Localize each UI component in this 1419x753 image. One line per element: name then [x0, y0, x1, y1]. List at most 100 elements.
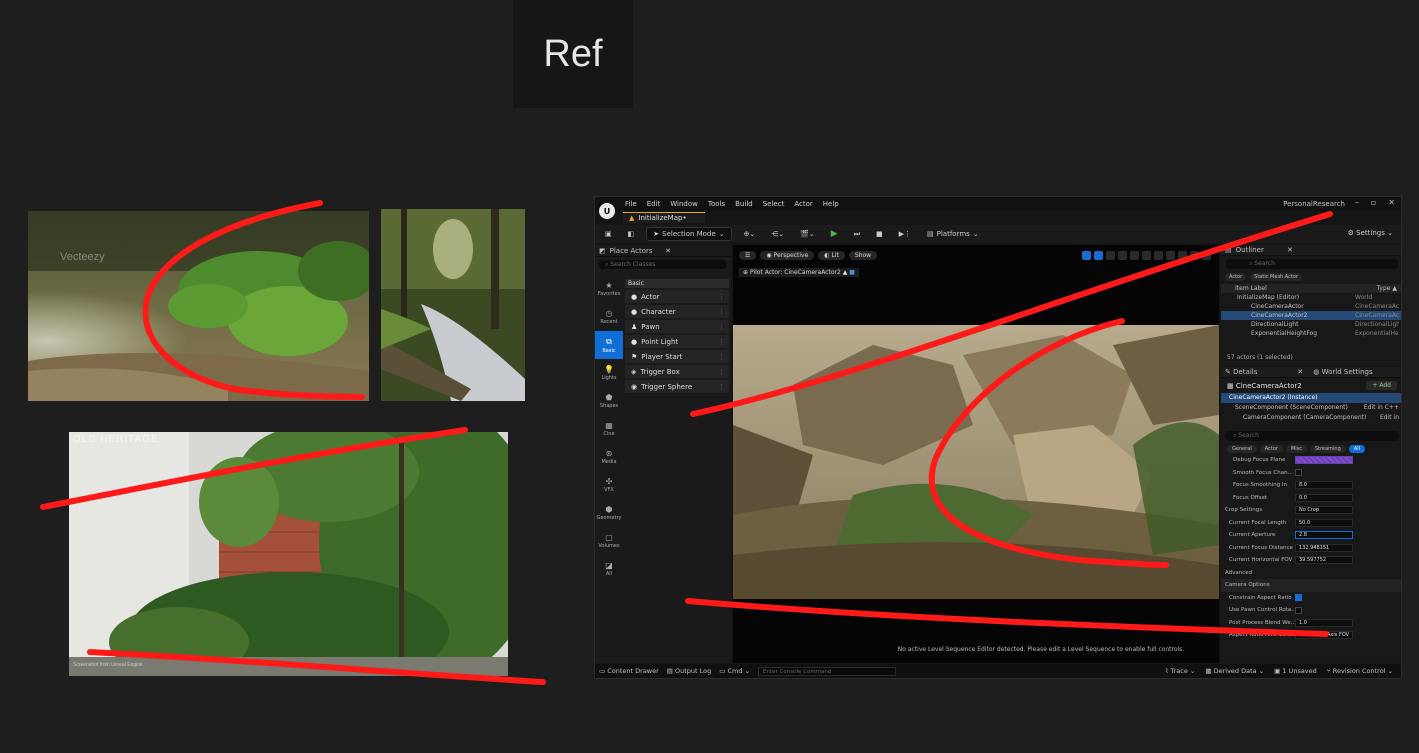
grid-icon[interactable]	[1154, 251, 1163, 260]
details-tab[interactable]: ✎ Details	[1225, 368, 1257, 376]
outliner-tab[interactable]: ▤ Outliner ✕	[1221, 245, 1401, 256]
selection-mode-button[interactable]: ➤ Selection Mode ⌄	[646, 227, 732, 241]
save-icon[interactable]: ▣	[601, 228, 616, 240]
drag-handle-icon[interactable]: ⋮	[718, 323, 725, 331]
category-volumes[interactable]: ▢ Volumes	[595, 527, 623, 555]
tab-actor[interactable]: Actor	[1259, 445, 1283, 453]
column-type[interactable]: Type ▲	[1377, 284, 1397, 293]
color-swatch[interactable]	[1295, 456, 1353, 465]
angle-snap-icon[interactable]	[1166, 251, 1175, 260]
component-row-instance[interactable]: CineCameraActor2 (Instance)	[1221, 393, 1401, 403]
level-viewport[interactable]: ☰ ◉ Perspective ◐ Lit Show ⊕ Pilot Actor…	[733, 245, 1219, 663]
close-icon[interactable]: ✕	[1388, 198, 1395, 207]
menu-file[interactable]: File	[625, 200, 637, 208]
scale-icon[interactable]	[1118, 251, 1127, 260]
outliner-row[interactable]: CineCameraActor CineCameraActor	[1221, 302, 1401, 311]
actor-item-actor[interactable]: ● Actor ⋮	[625, 290, 729, 303]
actor-item-player-start[interactable]: ⚑ Player Start ⋮	[625, 350, 729, 363]
filter-static-mesh-actor[interactable]: Static Mesh Actor	[1250, 273, 1302, 281]
outliner-row[interactable]: InitializeMap (Editor) World	[1221, 293, 1401, 302]
outliner-row[interactable]: ExponentialHeightFog ExponentialHeightFog	[1221, 329, 1401, 338]
tab-all[interactable]: All	[1348, 445, 1365, 453]
minimize-icon[interactable]: –	[1355, 198, 1359, 207]
filter-actor[interactable]: Actor	[1225, 273, 1247, 281]
component-row-camera[interactable]: CameraComponent (CameraComponent) Edit in	[1221, 413, 1401, 423]
drag-handle-icon[interactable]: ⋮	[718, 383, 725, 391]
play-icon[interactable]: ▶	[827, 227, 842, 241]
number-field[interactable]: 1.0	[1295, 618, 1353, 627]
category-basic[interactable]: ⧉ Basic	[595, 331, 623, 359]
layout-icon[interactable]	[1202, 251, 1211, 260]
number-field[interactable]: 2.8	[1295, 531, 1353, 540]
world-space-icon[interactable]	[1130, 251, 1139, 260]
category-media[interactable]: ⊛ Media	[595, 443, 623, 471]
unreal-logo-icon[interactable]: U	[599, 203, 615, 219]
menu-build[interactable]: Build	[735, 200, 753, 208]
checkbox[interactable]	[1295, 606, 1302, 614]
trace-button[interactable]: ⌇ Trace ⌄	[1165, 667, 1195, 675]
number-field[interactable]: 8.0	[1295, 481, 1353, 490]
content-browser-icon[interactable]: ◧	[624, 228, 639, 240]
quick-add-icon[interactable]: ⊕⌄	[740, 228, 760, 240]
menu-actor[interactable]: Actor	[794, 200, 812, 208]
column-item-label[interactable]: Item Label	[1235, 284, 1267, 293]
actor-item-character[interactable]: ● Character ⋮	[625, 305, 729, 318]
number-field[interactable]: 0.0	[1295, 493, 1353, 502]
category-favorites[interactable]: ★ Favorites	[595, 275, 623, 303]
platforms-button[interactable]: ▤ Platforms ⌄	[923, 228, 983, 240]
viewport-menu-icon[interactable]: ☰	[739, 251, 757, 260]
category-cine[interactable]: ▦ Cine	[595, 415, 623, 443]
drag-handle-icon[interactable]: ⋮	[718, 353, 725, 361]
actor-item-point-light[interactable]: ● Point Light ⋮	[625, 335, 729, 348]
console-command-input[interactable]: Enter Console Command	[758, 666, 897, 676]
number-field[interactable]: 39.597752	[1295, 556, 1353, 565]
close-tab-icon[interactable]: ✕	[1287, 246, 1293, 254]
menu-edit[interactable]: Edit	[647, 200, 661, 208]
edit-in-cpp-link[interactable]: Edit in C++	[1364, 403, 1399, 413]
rotate-icon[interactable]	[1106, 251, 1115, 260]
close-tab-icon[interactable]: ✕	[665, 247, 671, 255]
edit-in-link[interactable]: Edit in	[1380, 413, 1399, 423]
tab-initialize-map[interactable]: ▲ InitializeMap•	[623, 212, 705, 223]
blueprint-icon[interactable]: ⋲⌄	[767, 228, 788, 240]
drag-handle-icon[interactable]: ⋮	[718, 293, 725, 301]
menu-help[interactable]: Help	[823, 200, 839, 208]
settings-button[interactable]: ⚙ Settings ⌄	[1348, 229, 1393, 237]
world-settings-tab[interactable]: ◍ World Settings	[1313, 368, 1372, 376]
category-all[interactable]: ◪ All	[595, 555, 623, 583]
aspect-axis-dropdown[interactable]: Maintain X-Axis FOV	[1295, 631, 1353, 640]
menu-window[interactable]: Window	[670, 200, 698, 208]
drag-handle-icon[interactable]: ⋮	[718, 308, 725, 316]
category-recent[interactable]: ◷ Recent	[595, 303, 623, 331]
step-icon[interactable]: ⏭	[850, 228, 864, 241]
camera-speed-icon[interactable]	[1190, 251, 1199, 260]
add-component-button[interactable]: + Add	[1366, 381, 1397, 390]
derived-data-button[interactable]: ▦ Derived Data ⌄	[1205, 667, 1264, 675]
menu-tools[interactable]: Tools	[708, 200, 725, 208]
number-field[interactable]: 50.0	[1295, 518, 1353, 527]
show-button[interactable]: Show	[848, 251, 878, 260]
outliner-search-input[interactable]: ⌕ Search	[1225, 259, 1399, 269]
lit-button[interactable]: ◐ Lit	[818, 251, 845, 260]
perspective-button[interactable]: ◉ Perspective	[760, 251, 815, 260]
launch-icon[interactable]: ▶⋮	[895, 228, 915, 240]
category-shapes[interactable]: ⬟ Shapes	[595, 387, 623, 415]
details-search-input[interactable]: ⌕ Search	[1225, 431, 1399, 441]
drag-handle-icon[interactable]: ⋮	[718, 338, 725, 346]
actor-item-pawn[interactable]: ♟ Pawn ⋮	[625, 320, 729, 333]
scale-snap-icon[interactable]	[1178, 251, 1187, 260]
content-drawer-button[interactable]: ▭ Content Drawer	[599, 667, 659, 675]
cmd-dropdown[interactable]: ▭ Cmd ⌄	[719, 667, 750, 675]
translate-icon[interactable]	[1094, 251, 1103, 260]
component-row-scene[interactable]: SceneComponent (SceneComponent) Edit in C…	[1221, 403, 1401, 413]
select-mode-icon[interactable]	[1082, 251, 1091, 260]
menu-select[interactable]: Select	[763, 200, 785, 208]
unsaved-button[interactable]: ▣ 1 Unsaved	[1274, 667, 1317, 675]
revision-control-button[interactable]: ⑂ Revision Control ⌄	[1327, 667, 1393, 675]
output-log-button[interactable]: ▤ Output Log	[667, 667, 711, 675]
category-geometry[interactable]: ⬢ Geometry	[595, 499, 623, 527]
crop-dropdown[interactable]: No Crop	[1295, 506, 1353, 515]
outliner-row-selected[interactable]: CineCameraActor2 CineCameraActor	[1221, 311, 1401, 320]
snap-icon[interactable]	[1142, 251, 1151, 260]
actor-item-trigger-sphere[interactable]: ◉ Trigger Sphere ⋮	[625, 380, 729, 393]
